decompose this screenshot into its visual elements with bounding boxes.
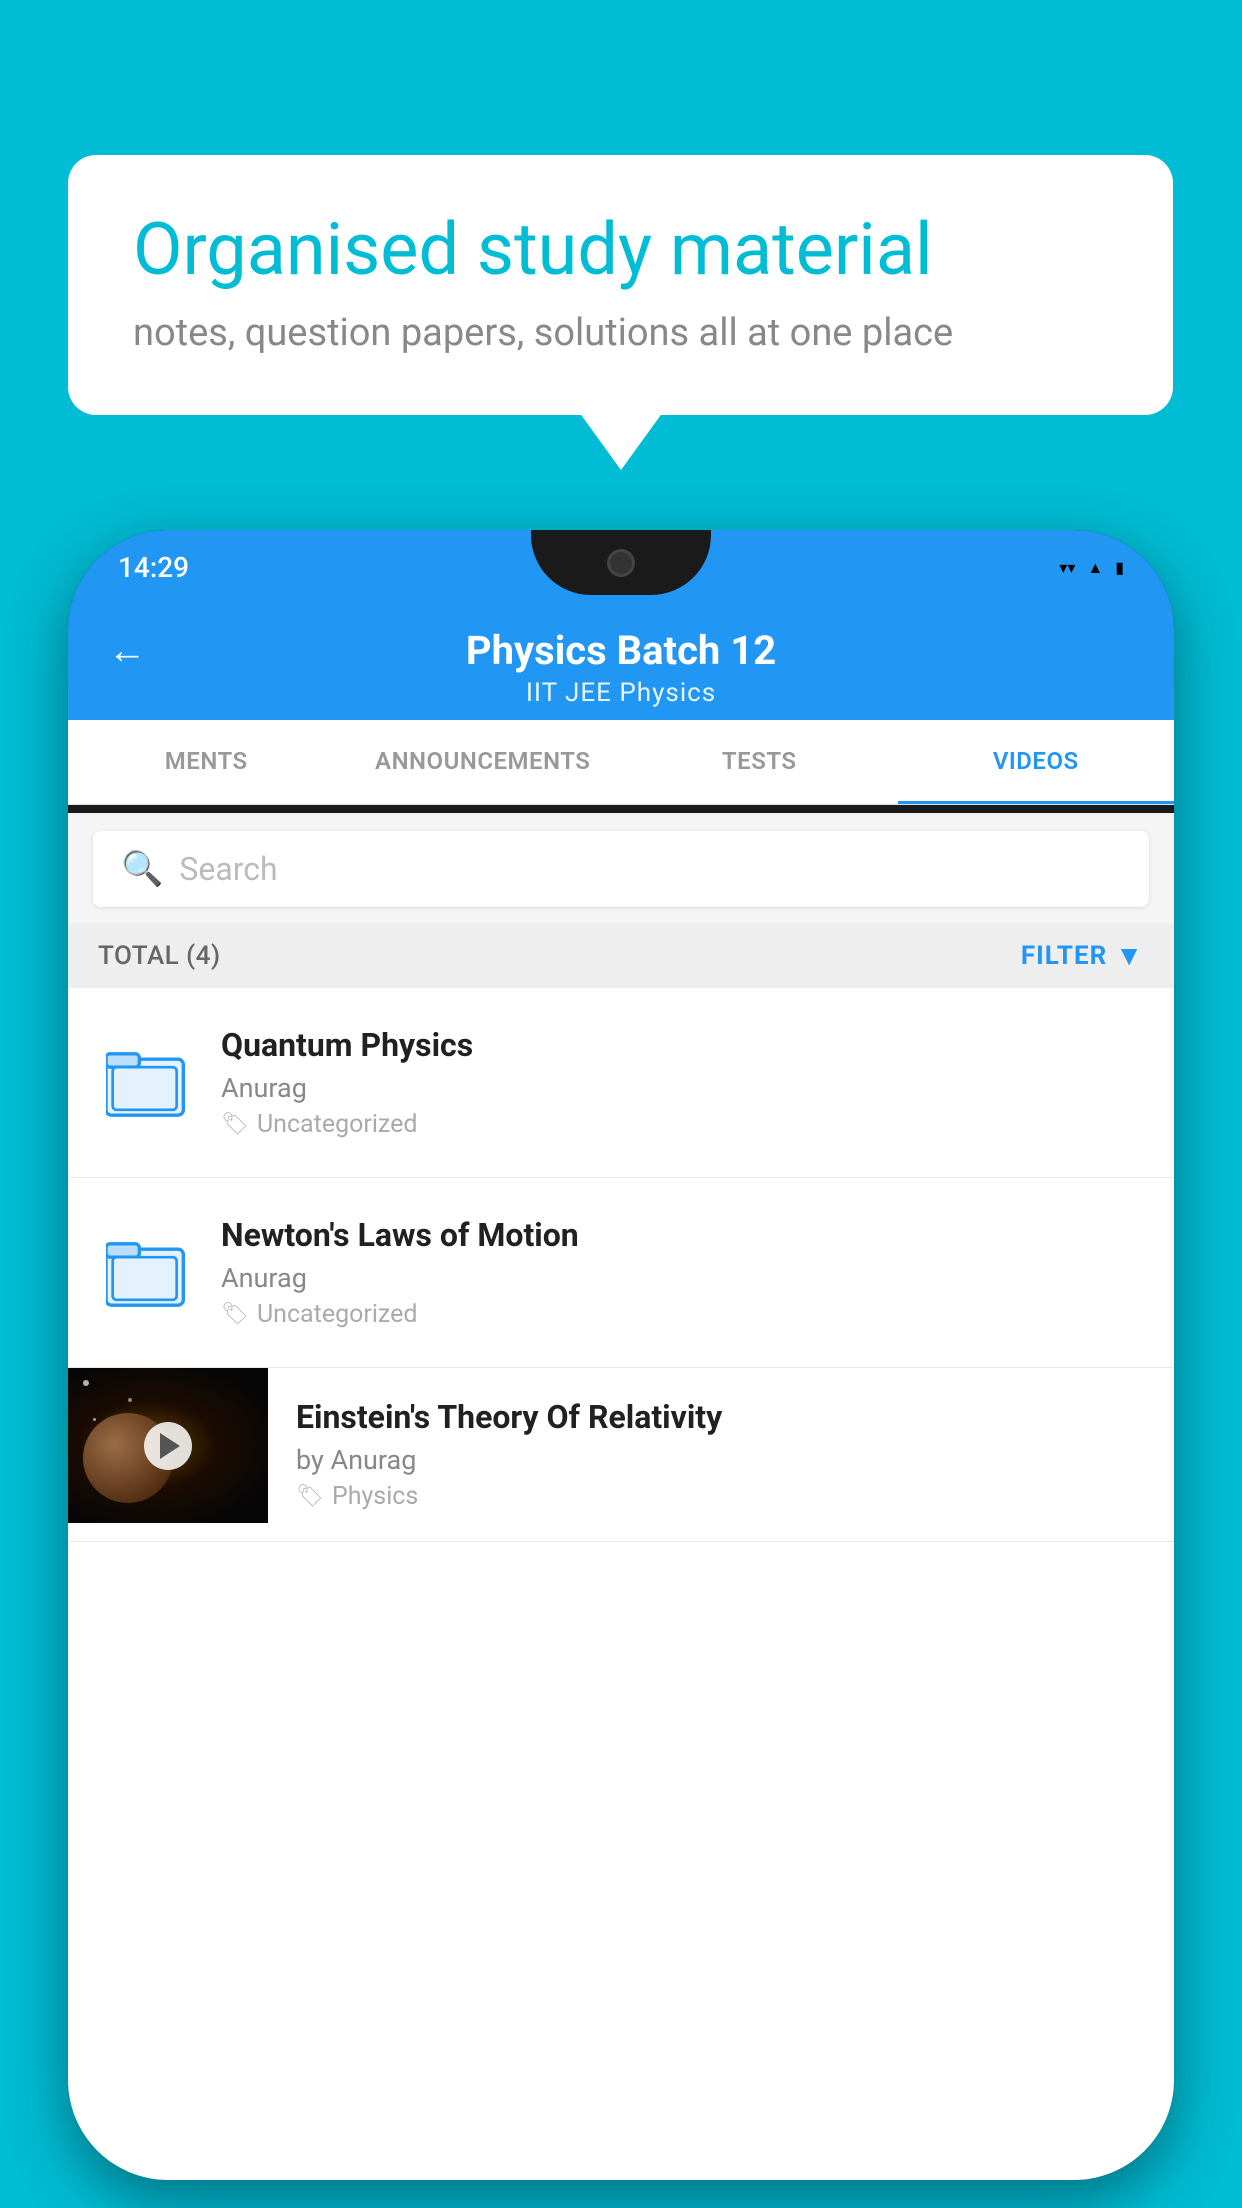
- tab-videos[interactable]: VIDEOS: [898, 720, 1175, 804]
- phone-shell: 14:29 ▾▾ ▲ ▮ ← Physics Batch 12 IIT JEE …: [68, 530, 1174, 2180]
- tag-icon: 🏷: [221, 1302, 249, 1327]
- tag-icon: 🏷: [296, 1484, 324, 1509]
- header-row: ← Physics Batch 12: [68, 627, 1174, 674]
- signal-icon: ▲: [1087, 558, 1103, 578]
- tabs-bar: MENTS ANNOUNCEMENTS TESTS VIDEOS: [68, 720, 1174, 805]
- folder-icon: [98, 1040, 193, 1125]
- video-info: Einstein's Theory Of Relativity by Anura…: [296, 1368, 1174, 1541]
- filter-row: TOTAL (4) FILTER ▼: [68, 923, 1174, 988]
- play-button[interactable]: [144, 1422, 192, 1470]
- search-bar-container: 🔍 Search: [68, 813, 1174, 925]
- header-title: Physics Batch 12: [108, 627, 1134, 674]
- front-camera: [607, 549, 635, 577]
- video-author: Anurag: [221, 1262, 1144, 1294]
- folder-icon: [98, 1230, 193, 1315]
- content-area: Quantum Physics Anurag 🏷 Uncategorized N…: [68, 988, 1174, 2180]
- back-button[interactable]: ←: [108, 629, 146, 673]
- header-subtitle: IIT JEE Physics: [526, 678, 716, 708]
- list-item[interactable]: Newton's Laws of Motion Anurag 🏷 Uncateg…: [68, 1178, 1174, 1368]
- app-header: ← Physics Batch 12 IIT JEE Physics: [68, 605, 1174, 720]
- status-icons: ▾▾ ▲ ▮: [1059, 558, 1124, 578]
- video-tag: 🏷 Uncategorized: [221, 1110, 1144, 1139]
- play-icon: [160, 1433, 180, 1459]
- battery-icon: ▮: [1115, 558, 1124, 577]
- video-tag: 🏷 Uncategorized: [221, 1300, 1144, 1329]
- bubble-title: Organised study material: [133, 210, 1108, 289]
- status-time: 14:29: [118, 551, 189, 584]
- list-item[interactable]: Quantum Physics Anurag 🏷 Uncategorized: [68, 988, 1174, 1178]
- video-author: Anurag: [221, 1072, 1144, 1104]
- search-icon: 🔍: [121, 849, 163, 889]
- speech-bubble: Organised study material notes, question…: [68, 155, 1173, 415]
- bubble-subtitle: notes, question papers, solutions all at…: [133, 311, 1108, 355]
- filter-icon: ▼: [1115, 939, 1144, 972]
- search-input-wrapper[interactable]: 🔍 Search: [93, 831, 1149, 907]
- video-author: by Anurag: [296, 1444, 1144, 1476]
- search-placeholder: Search: [179, 850, 277, 888]
- video-info: Newton's Laws of Motion Anurag 🏷 Uncateg…: [221, 1216, 1144, 1329]
- filter-button[interactable]: FILTER ▼: [1021, 939, 1144, 972]
- tab-announcements[interactable]: ANNOUNCEMENTS: [345, 720, 622, 804]
- list-item[interactable]: Einstein's Theory Of Relativity by Anura…: [68, 1368, 1174, 1542]
- tab-tests[interactable]: TESTS: [621, 720, 898, 804]
- tag-icon: 🏷: [221, 1112, 249, 1137]
- wifi-icon: ▾▾: [1059, 558, 1075, 577]
- video-thumbnail: [68, 1368, 268, 1523]
- video-tag: 🏷 Physics: [296, 1482, 1144, 1511]
- video-info: Quantum Physics Anurag 🏷 Uncategorized: [221, 1026, 1144, 1139]
- total-count-label: TOTAL (4): [98, 941, 221, 971]
- video-title: Newton's Laws of Motion: [221, 1216, 1144, 1254]
- video-title: Quantum Physics: [221, 1026, 1144, 1064]
- video-title: Einstein's Theory Of Relativity: [296, 1398, 1144, 1436]
- tab-ments[interactable]: MENTS: [68, 720, 345, 804]
